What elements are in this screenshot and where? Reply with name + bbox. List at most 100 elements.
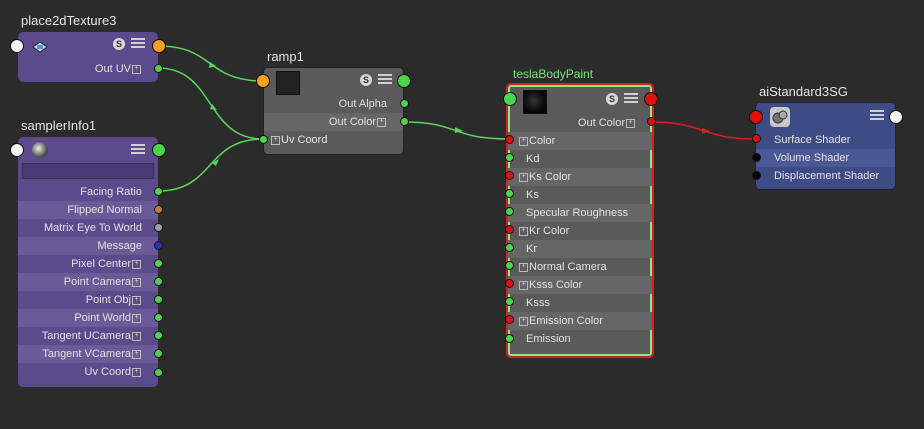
port-row-out-alpha: Out Alpha — [338, 98, 387, 110]
ramp-thumbnail — [276, 71, 300, 95]
sg-port-displacement-shader[interactable] — [752, 171, 761, 180]
sampler-port-facing-ratio[interactable] — [154, 187, 163, 196]
port-row-out-color: Out Color + — [264, 113, 403, 131]
attribute-menu-icon[interactable] — [378, 74, 392, 86]
port-row-ks: Ks — [526, 189, 539, 201]
swatch-toggle-icon[interactable]: S — [606, 93, 618, 105]
tesla-port-emission-color[interactable] — [505, 315, 514, 324]
port-row: Tangent UCamera + — [18, 327, 158, 345]
sampler-port-pixel-center[interactable] — [154, 259, 163, 268]
port-row-color: + Color — [508, 132, 652, 150]
ramp-input-port[interactable] — [256, 74, 270, 88]
attribute-menu-icon[interactable] — [870, 110, 884, 122]
tesla-port-color[interactable] — [505, 135, 514, 144]
port-row: Flipped Normal — [18, 201, 158, 219]
port-row-emission-color: + Emission Color — [508, 312, 652, 330]
port-row-ks-color: + Ks Color — [508, 168, 652, 186]
sampler-output-port[interactable] — [152, 143, 166, 157]
swatch-toggle-icon[interactable]: S — [360, 74, 372, 86]
port-row-normal-camera: + Normal Camera — [508, 258, 652, 276]
sampler-port-uv-coord[interactable] — [154, 368, 163, 377]
wire-tesla-to-sg — [650, 121, 757, 140]
ramp-port-out-alpha[interactable] — [400, 99, 409, 108]
port-row: Uv Coord + — [18, 363, 158, 381]
port-row-ksss: Ksss — [526, 297, 550, 309]
node-shading-group[interactable]: Surface Shader Volume Shader Displacemen… — [755, 102, 896, 190]
port-row-ksss-color: + Ksss Color — [508, 276, 652, 294]
place2d-icon — [32, 40, 48, 53]
port-row: Point Camera + — [18, 273, 158, 291]
port-row-emission: Emission — [526, 333, 571, 345]
node-title-sg: aiStandard3SG — [759, 84, 848, 99]
sampler-port-tangent-u[interactable] — [154, 331, 163, 340]
node-title-place2d: place2dTexture3 — [21, 13, 117, 28]
port-row-kr: Kr — [508, 240, 652, 258]
tesla-port-out-color[interactable] — [647, 117, 656, 126]
tesla-port-ksss[interactable] — [505, 297, 514, 306]
wire-place2d-to-ramp — [157, 45, 264, 82]
node-title-ramp: ramp1 — [267, 49, 304, 64]
sg-output-port[interactable] — [889, 110, 903, 124]
port-row-out-uv: Out UV + — [18, 60, 158, 78]
port-row-displacement-shader: Displacement Shader — [774, 170, 880, 182]
tesla-port-kr[interactable] — [505, 243, 514, 252]
tesla-port-emission[interactable] — [505, 334, 514, 343]
tesla-thumbnail — [523, 90, 547, 114]
sg-port-volume-shader[interactable] — [752, 153, 761, 162]
port-row: Point World + — [18, 309, 158, 327]
sg-input-port[interactable] — [749, 110, 763, 124]
port-row-specular-roughness: Specular Roughness — [508, 204, 652, 222]
ramp-port-uv-coord[interactable] — [259, 135, 268, 144]
sampler-port-tangent-v[interactable] — [154, 349, 163, 358]
tesla-port-ksss-color[interactable] — [505, 279, 514, 288]
port-row-kd: Kd — [526, 153, 540, 165]
sampler-preview-bar — [22, 163, 154, 179]
tesla-port-ks-color[interactable] — [505, 171, 514, 180]
sg-port-surface-shader[interactable] — [752, 134, 761, 143]
shading-group-icon — [770, 107, 790, 127]
sampler-port-flipped-normal[interactable] — [154, 205, 163, 214]
tesla-port-ks[interactable] — [505, 189, 514, 198]
node-title-sampler: samplerInfo1 — [21, 118, 97, 133]
node-place2dtexture[interactable]: S Out UV + — [18, 32, 158, 82]
wire-ramp-to-tesla — [403, 121, 510, 140]
swatch-toggle-icon[interactable]: S — [113, 38, 125, 50]
port-row-out-color: Out Color + — [508, 114, 652, 132]
port-row-uv-coord: + Uv Coord — [264, 131, 403, 149]
sampler-port-point-obj[interactable] — [154, 295, 163, 304]
sampler-info-icon — [32, 142, 48, 158]
port-row-volume-shader: Volume Shader — [756, 149, 895, 167]
port-row: Message — [18, 237, 158, 255]
tesla-port-kr-color[interactable] — [505, 225, 514, 234]
place2d-out-uv-port[interactable] — [154, 64, 163, 73]
wire-sampler-to-ramp-uv — [157, 138, 264, 192]
port-row: Facing Ratio — [18, 183, 158, 201]
node-tesla-body-paint[interactable]: S Out Color + + Color Kd + Ks Color Ks Spec… — [506, 83, 654, 358]
tesla-input-port[interactable] — [503, 92, 517, 106]
port-row-surface-shader: Surface Shader — [774, 134, 851, 146]
node-title-tesla: teslaBodyPaint — [513, 67, 594, 81]
place2d-input-port[interactable] — [10, 39, 24, 53]
node-ramp[interactable]: S Out Alpha Out Color + + Uv Coord — [263, 67, 404, 155]
port-row: Point Obj + — [18, 291, 158, 309]
ramp-output-port[interactable] — [397, 74, 411, 88]
sampler-input-port[interactable] — [10, 143, 24, 157]
attribute-menu-icon[interactable] — [131, 38, 145, 50]
ramp-port-out-color[interactable] — [400, 117, 409, 126]
node-samplerinfo[interactable]: Facing Ratio Flipped Normal Matrix Eye T… — [18, 137, 158, 387]
port-row-kr-color: + Kr Color — [508, 222, 652, 240]
port-row: Tangent VCamera + — [18, 345, 158, 363]
attribute-menu-icon[interactable] — [624, 93, 638, 105]
sampler-port-point-world[interactable] — [154, 313, 163, 322]
sampler-port-message[interactable] — [154, 241, 163, 250]
attribute-menu-icon[interactable] — [131, 144, 145, 156]
tesla-port-specular-roughness[interactable] — [505, 207, 514, 216]
sampler-port-point-camera[interactable] — [154, 277, 163, 286]
tesla-port-kd[interactable] — [505, 153, 514, 162]
place2d-output-port[interactable] — [152, 39, 166, 53]
wire-place2d-uv-to-ramp-uv — [157, 67, 264, 140]
tesla-output-port[interactable] — [644, 92, 658, 106]
tesla-port-normal-camera[interactable] — [505, 261, 514, 270]
sampler-port-matrix[interactable] — [154, 223, 163, 232]
port-row: Matrix Eye To World — [18, 219, 158, 237]
